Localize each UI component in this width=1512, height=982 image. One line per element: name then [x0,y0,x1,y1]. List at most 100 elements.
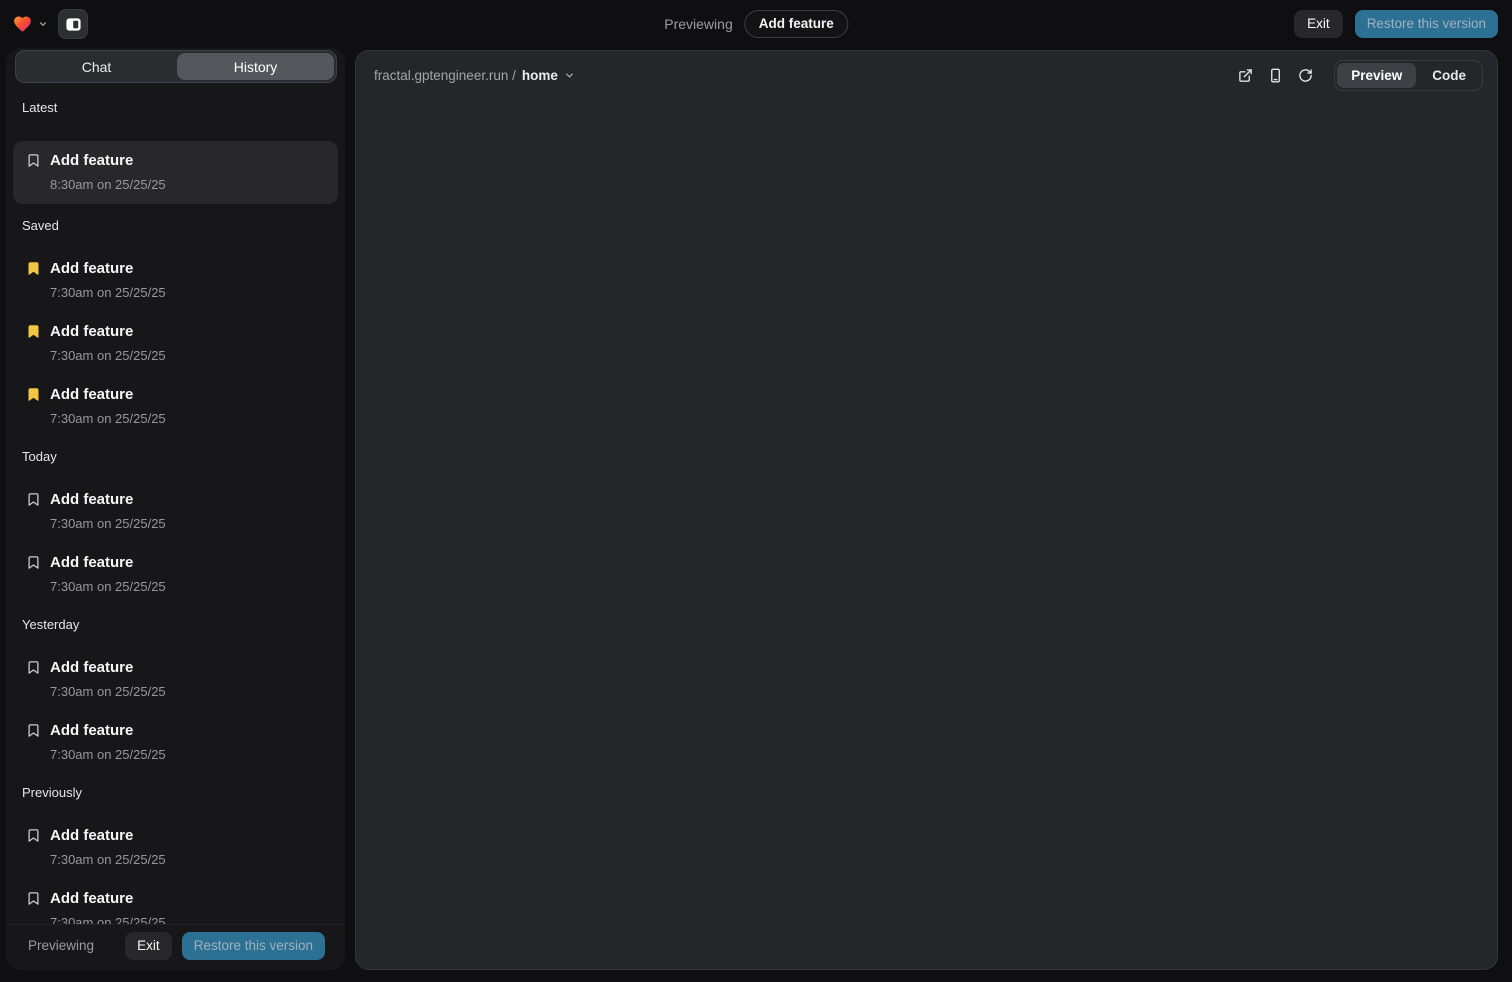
url-domain: fractal.gptengineer.run / [374,68,516,83]
bookmark-outline-icon [26,492,41,532]
mobile-preview-icon [1268,68,1283,83]
history-item[interactable]: Add feature 7:30am on 25/25/25 [13,322,338,364]
bookmark-outline-icon [26,555,41,595]
footer-buttons: Exit Restore this version [125,932,325,960]
logo-menu[interactable] [12,14,48,34]
history-item-title: Add feature [50,385,166,405]
history-item-text: Add feature7:30am on 25/25/25 [50,490,166,532]
bookmark-outline-icon [26,153,41,193]
history-item[interactable]: Add feature 7:30am on 25/25/25 [13,259,338,301]
chevron-down-icon [38,19,48,29]
section-title: Latest [22,99,338,117]
topbar-left [12,9,88,39]
history-list: Latest Add feature 8:30am on 25/25/25 Saved… [6,83,345,924]
history-item-timestamp: 7:30am on 25/25/25 [50,411,166,427]
history-section-yesterday: YesterdayAdd feature7:30am on 25/25/25Ad… [13,616,338,763]
history-item[interactable]: Add feature 7:30am on 25/25/25 [13,721,338,763]
footer-restore-button[interactable]: Restore this version [182,932,325,960]
section-title: Yesterday [22,616,338,634]
topbar-center: Previewing Add feature [664,0,848,48]
toggle-code[interactable]: Code [1418,63,1480,88]
lovable-heart-icon [12,14,33,34]
restore-version-button[interactable]: Restore this version [1355,10,1498,38]
footer-exit-button[interactable]: Exit [125,932,172,960]
history-section-latest: Latest Add feature 8:30am on 25/25/25 [13,99,338,204]
main-content: ChatHistory Latest Add feature 8:30am on 2… [0,48,1512,982]
sidebar-footer: Previewing Exit Restore this version [6,924,345,970]
history-item-timestamp: 7:30am on 25/25/25 [50,852,166,868]
history-item-title: Add feature [50,826,166,846]
history-sidebar: ChatHistory Latest Add feature 8:30am on 2… [6,48,345,970]
history-item-title: Add feature [50,721,166,741]
history-item-timestamp: 7:30am on 25/25/25 [50,747,166,763]
bookmark-outline-icon [26,660,41,700]
view-mode-toggle: PreviewCode [1334,60,1483,91]
footer-previewing-label: Previewing [28,938,94,953]
bookmark-outline-icon [26,723,41,763]
panel-left-icon [65,16,82,33]
topbar-right: Exit Restore this version [1294,10,1498,38]
preview-viewport [356,91,1497,969]
history-item-title: Add feature [50,658,166,678]
history-item-text: Add feature 7:30am on 25/25/25 [50,658,166,700]
history-item-text: Add feature 7:30am on 25/25/25 [50,385,166,427]
toggle-preview[interactable]: Preview [1337,63,1416,88]
history-item-text: Add feature 7:30am on 25/25/25 [50,322,166,364]
section-title: Today [22,448,338,466]
history-item[interactable]: Add feature 7:30am on 25/25/25 [13,385,338,427]
top-header: Previewing Add feature Exit Restore this… [0,0,1512,48]
bookmark-filled-icon [26,387,41,427]
history-item-title: Add feature [50,490,166,510]
bookmark-filled-icon [26,261,41,301]
history-item-title: Add feature [50,889,166,909]
history-section-saved: SavedAdd feature7:30am on 25/25/25Add fe… [13,217,338,427]
section-title: Previously [22,784,338,802]
sidebar-tabs: ChatHistory [15,50,337,83]
history-item-title: Add feature [50,322,166,342]
url-page: home [522,68,558,83]
history-item-text: Add feature 8:30am on 25/25/25 [50,151,166,193]
history-item-timestamp: 7:30am on 25/25/25 [50,285,166,301]
history-item-text: Add feature 7:30am on 25/25/25 [50,721,166,763]
previewing-label: Previewing [664,16,732,32]
history-item[interactable]: Add feature 7:30am on 25/25/25 [13,826,338,868]
open-in-new-tab-icon [1238,68,1253,83]
history-item-text: Add feature 7:30am on 25/25/25 [50,553,166,595]
exit-button[interactable]: Exit [1294,10,1343,38]
history-item-title: Add feature [50,151,166,171]
history-item-timestamp: 7:30am on 25/25/25 [50,684,166,700]
history-item-timestamp: 7:30am on 25/25/25 [50,579,166,595]
bookmark-outline-icon [26,828,41,868]
history-item-title: Add feature [50,553,166,573]
chevron-down-icon [564,70,575,81]
history-item-text: Add feature 7:30am on 25/25/25 [50,826,166,868]
bookmark-outline-icon [26,891,41,924]
history-item-title: Add feature [50,259,166,279]
preview-header: fractal.gptengineer.run / home [356,51,1497,91]
sidebar-toggle-button[interactable] [58,9,88,39]
section-title: Saved [22,217,338,235]
history-item-timestamp: 8:30am on 25/25/25 [50,177,166,193]
refresh-icon [1298,68,1313,83]
open-in-new-tab-button[interactable] [1232,62,1258,88]
history-item[interactable]: Add feature 8:30am on 25/25/25 [13,141,338,204]
preview-actions: PreviewCode [1232,60,1483,91]
history-section-previously: PreviouslyAdd feature7:30am on 25/25/25A… [13,784,338,924]
url-breadcrumb[interactable]: fractal.gptengineer.run / home [374,68,575,83]
bookmark-filled-icon [26,324,41,364]
history-item-text: Add feature 7:30am on 25/25/25 [50,889,166,924]
app-root: Previewing Add feature Exit Restore this… [0,0,1512,982]
tab-history[interactable]: History [177,53,334,80]
history-section-today: Today Add feature 7:30am on 25/25/25 Add fe… [13,448,338,595]
history-item-text: Add feature 7:30am on 25/25/25 [50,259,166,301]
version-pill: Add feature [745,10,848,38]
refresh-button[interactable] [1292,62,1318,88]
tab-chat[interactable]: Chat [18,53,175,80]
mobile-preview-button[interactable] [1262,62,1288,88]
history-item[interactable]: Add feature 7:30am on 25/25/25 [13,889,338,924]
history-item[interactable]: Add feature 7:30am on 25/25/25 [13,553,338,595]
history-item-timestamp: 7:30am on 25/25/25 [50,348,166,364]
history-item-timestamp: 7:30am on 25/25/25 [50,915,166,924]
history-item[interactable]: Add feature7:30am on 25/25/25 [13,490,338,532]
history-item[interactable]: Add feature 7:30am on 25/25/25 [13,658,338,700]
